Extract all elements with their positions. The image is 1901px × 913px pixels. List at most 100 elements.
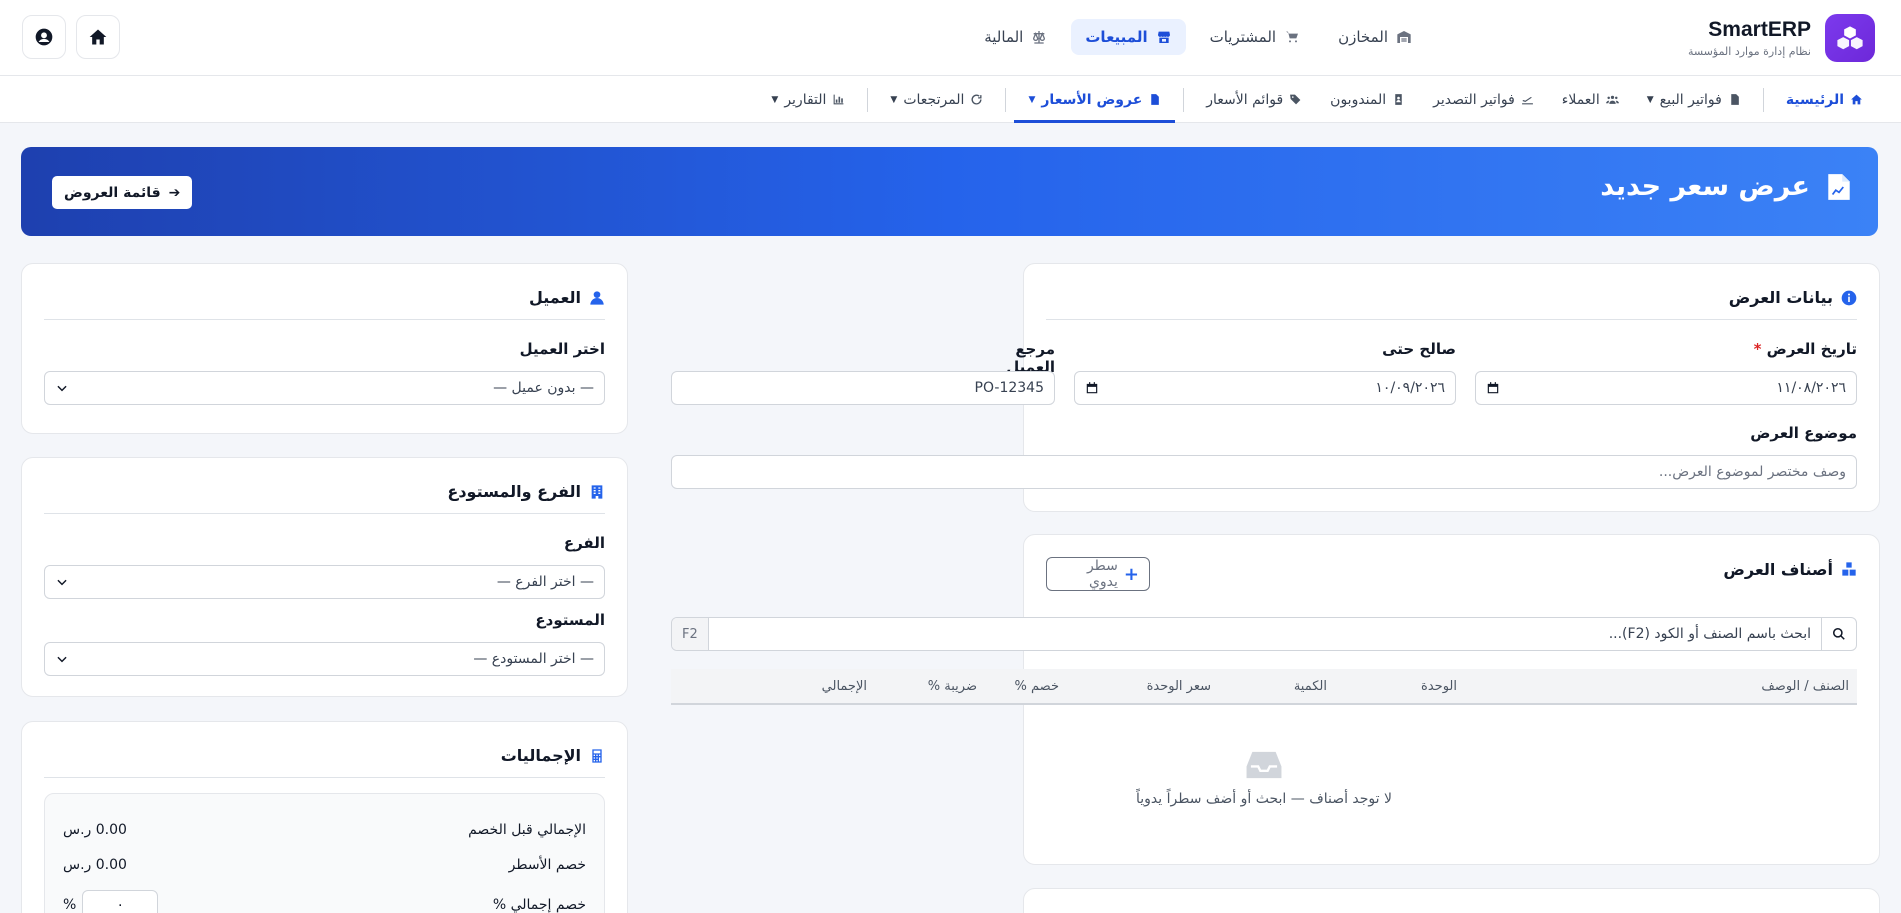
divider bbox=[1183, 87, 1185, 112]
sub-nav-export-invoices[interactable]: فواتير التصدير bbox=[1419, 76, 1548, 123]
main-nav-finance[interactable]: المالية bbox=[970, 19, 1061, 55]
item-search-input[interactable]: ابحث باسم الصنف أو الكود (F2)... F2 bbox=[671, 617, 1857, 651]
brand[interactable]: SmartERP نظام إدارة موارد المؤسسة bbox=[1688, 14, 1875, 62]
home-icon bbox=[1851, 94, 1862, 105]
warehouse-icon bbox=[1397, 31, 1411, 43]
chart-bar-icon bbox=[834, 94, 844, 105]
totals-card: الإجماليات الإجمالي قبل الخصم 0.00 ر.س خ… bbox=[21, 721, 628, 913]
card-header: الإجماليات bbox=[44, 744, 605, 778]
chevron-down-icon bbox=[57, 385, 67, 392]
divider bbox=[1005, 87, 1007, 112]
sub-nav-returns[interactable]: المرتجعات ▼ bbox=[876, 76, 997, 123]
home-button[interactable] bbox=[76, 15, 120, 59]
total-discount-input[interactable]: ٠ bbox=[82, 890, 159, 913]
file-invoice-icon bbox=[1731, 94, 1739, 105]
totals-summary: الإجمالي قبل الخصم 0.00 ر.س خصم الأسطر 0… bbox=[44, 793, 605, 913]
offer-items-card: أصناف العرض + سطر يدوي ابحث باسم الصنف أ… bbox=[671, 534, 1880, 865]
info-circle-icon bbox=[1841, 290, 1857, 305]
chevron-down-icon bbox=[57, 579, 67, 586]
card-header: العميل bbox=[44, 286, 605, 320]
valid-until-label: صالح حتى bbox=[1382, 340, 1456, 358]
user-circle-icon bbox=[35, 28, 53, 46]
divider bbox=[867, 87, 869, 112]
sub-nav-reports[interactable]: التقارير ▼ bbox=[757, 76, 859, 123]
col-unit-price: سعر الوحدة bbox=[1146, 679, 1211, 694]
file-invoice-icon bbox=[1828, 173, 1850, 200]
building-icon bbox=[591, 484, 603, 499]
offer-date-label: تاريخ العرض * bbox=[1753, 340, 1857, 358]
calculator-icon bbox=[592, 748, 602, 763]
required-mark: * bbox=[1753, 340, 1762, 358]
tags-icon bbox=[1290, 94, 1301, 105]
store-icon bbox=[1157, 31, 1170, 43]
main-nav-warehouses[interactable]: المخازن bbox=[1324, 19, 1426, 55]
branch-warehouse-card: الفرع والمستودع الفرع — اختر الفرع — الم… bbox=[21, 457, 628, 697]
page-header-banner: عرض سعر جديد ➔ قائمة العروض bbox=[21, 147, 1878, 236]
caret-down-icon: ▼ bbox=[1646, 94, 1654, 105]
col-tax: ضريبة % bbox=[927, 679, 977, 694]
valid-until-input[interactable]: ١٠/٠٩/٢٠٢٦ bbox=[1074, 371, 1456, 405]
offer-date-input[interactable]: ١١/٠٨/٢٠٢٦ bbox=[1475, 371, 1857, 405]
warehouse-label: المستودع bbox=[535, 611, 605, 629]
brand-subtitle: نظام إدارة موارد المؤسسة bbox=[1687, 45, 1811, 58]
items-table-header: الصنف / الوصف الوحدة الكمية سعر الوحدة خ… bbox=[671, 669, 1857, 705]
branch-label: الفرع bbox=[563, 534, 605, 552]
card-header: الفرع والمستودع bbox=[44, 480, 605, 514]
quotations-list-button[interactable]: ➔ قائمة العروض bbox=[52, 176, 193, 209]
shortcut-badge: F2 bbox=[672, 618, 709, 650]
branch-select[interactable]: — اختر الفرع — bbox=[44, 565, 605, 599]
customer-select-label: اختر العميل bbox=[519, 340, 605, 358]
users-icon bbox=[1605, 95, 1619, 104]
cart-icon bbox=[1286, 31, 1299, 43]
customer-ref-input[interactable]: PO-12345 bbox=[671, 371, 1055, 405]
sub-nav-quotations[interactable]: عروض الأسعار ▼ bbox=[1014, 76, 1176, 123]
line-discount-row: خصم الأسطر 0.00 ر.س bbox=[63, 857, 586, 873]
offer-subject-input[interactable]: وصف مختصر لموضوع العرض... bbox=[671, 455, 1857, 489]
calendar-icon bbox=[1487, 382, 1499, 394]
home-icon bbox=[89, 29, 107, 45]
sub-nav-sales-invoices[interactable]: فواتير البيع ▼ bbox=[1633, 76, 1755, 123]
main-nav-purchases[interactable]: المشتريات bbox=[1196, 19, 1314, 55]
empty-state: لا توجد أصناف — ابحث أو أضف سطراً يدوياً bbox=[671, 749, 1857, 807]
col-unit: الوحدة bbox=[1421, 679, 1457, 694]
card-header: أصناف العرض bbox=[1046, 557, 1857, 591]
top-bar: SmartERP نظام إدارة موارد المؤسسة المخاز… bbox=[0, 0, 1901, 76]
col-qty: الكمية bbox=[1293, 679, 1327, 694]
id-badge-icon bbox=[1395, 94, 1402, 105]
col-discount: خصم % bbox=[1014, 679, 1059, 694]
total-discount-row: خصم إجمالي % ٠ % bbox=[63, 890, 586, 913]
inbox-icon bbox=[1246, 751, 1282, 779]
sub-nav-home[interactable]: الرئيسية bbox=[1772, 76, 1877, 123]
sub-nav: الرئيسية فواتير البيع ▼ العملاء فواتير ا… bbox=[0, 76, 1901, 123]
total-before-discount-row: الإجمالي قبل الخصم 0.00 ر.س bbox=[63, 822, 586, 838]
manual-line-button[interactable]: + سطر يدوي bbox=[1046, 557, 1150, 591]
caret-down-icon: ▼ bbox=[1028, 94, 1036, 105]
file-quote-icon bbox=[1151, 94, 1160, 105]
customer-select[interactable]: — بدون عميل — bbox=[44, 371, 605, 405]
caret-down-icon: ▼ bbox=[771, 94, 779, 105]
divider bbox=[1762, 87, 1764, 112]
customer-card: العميل اختر العميل — بدون عميل — bbox=[21, 263, 628, 434]
plane-icon bbox=[1521, 97, 1533, 105]
arrow-right-icon: ➔ bbox=[168, 184, 181, 201]
sub-nav-price-lists[interactable]: قوائم الأسعار bbox=[1192, 76, 1316, 123]
main-nav-sales[interactable]: المبيعات bbox=[1071, 19, 1186, 55]
scale-icon bbox=[1033, 31, 1046, 44]
user-tie-icon bbox=[590, 290, 604, 305]
plus-icon: + bbox=[1123, 563, 1139, 585]
caret-down-icon: ▼ bbox=[890, 94, 898, 105]
user-button[interactable] bbox=[22, 15, 66, 59]
card-header: بيانات العرض bbox=[1046, 286, 1857, 320]
main-nav: المخازن المشتريات المبيعات المالية bbox=[970, 19, 1426, 55]
rotate-icon bbox=[971, 94, 982, 105]
brand-name: SmartERP bbox=[1708, 18, 1811, 41]
offer-subject-label: موضوع العرض bbox=[1750, 424, 1857, 442]
chevron-down-icon bbox=[57, 656, 67, 663]
page-title: عرض سعر جديد bbox=[1600, 171, 1810, 202]
top-actions bbox=[22, 15, 120, 59]
sub-nav-customers[interactable]: العملاء bbox=[1548, 76, 1633, 123]
cubes-logo-icon bbox=[1825, 14, 1875, 62]
col-item: الصنف / الوصف bbox=[1761, 679, 1849, 694]
sub-nav-sales-reps[interactable]: المندوبون bbox=[1316, 76, 1419, 123]
warehouse-select[interactable]: — اختر المستودع — bbox=[44, 642, 605, 676]
